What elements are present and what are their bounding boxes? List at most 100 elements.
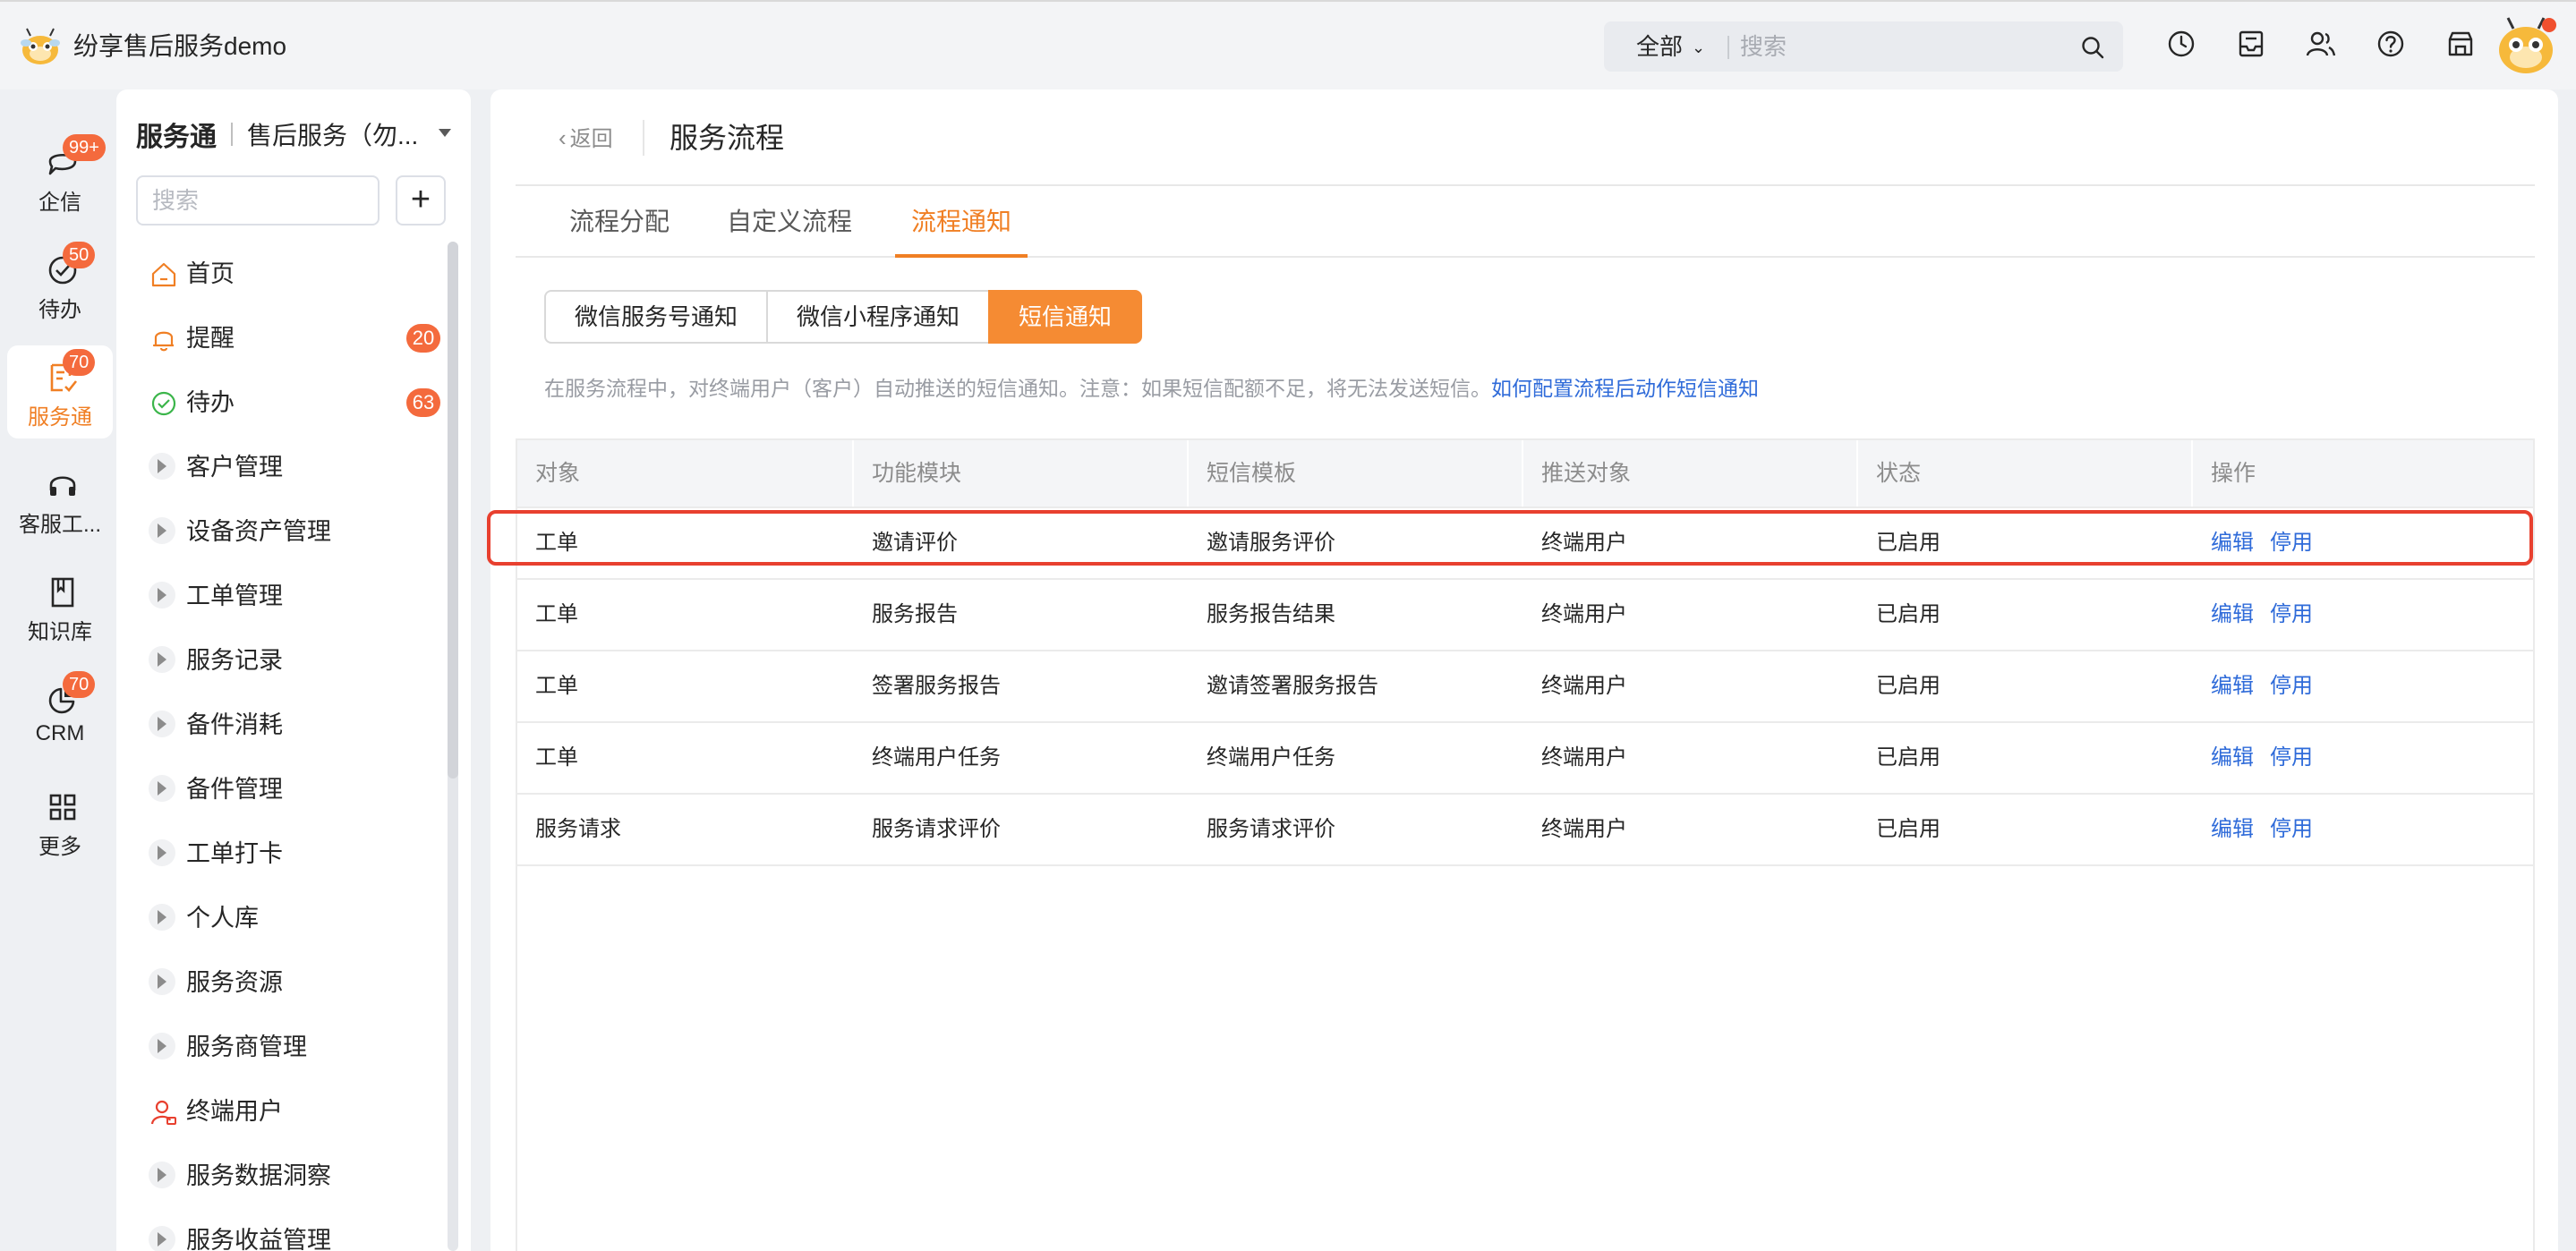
rail-badge: 70 bbox=[63, 671, 96, 698]
cell-module: 邀请评价 bbox=[872, 531, 958, 555]
edit-button[interactable]: 编辑 bbox=[2211, 745, 2254, 770]
edit-button[interactable]: 编辑 bbox=[2211, 531, 2254, 555]
user-avatar-icon[interactable] bbox=[2494, 14, 2558, 77]
global-search-input[interactable] bbox=[1740, 29, 2062, 64]
table-row: 服务请求 服务请求评价 服务请求评价 终端用户 已启用 编辑 停用 bbox=[517, 793, 2533, 864]
expand-caret-icon bbox=[158, 974, 166, 989]
menu-item-parts-manage[interactable]: 备件管理 bbox=[116, 757, 448, 821]
disable-button[interactable]: 停用 bbox=[2270, 745, 2313, 770]
help-icon[interactable] bbox=[2376, 29, 2406, 59]
column-header: 状态 bbox=[1858, 440, 2193, 506]
store-icon[interactable] bbox=[2445, 29, 2476, 59]
channel-wechat-official-button[interactable]: 微信服务号通知 bbox=[544, 290, 769, 344]
app-rail: 99+ 企信 50 待办 70 服务通 客服工... 知识库 70 CRM 更多 bbox=[0, 89, 115, 1251]
menu-item-parts-consume[interactable]: 备件消耗 bbox=[116, 693, 448, 757]
search-icon[interactable] bbox=[2080, 35, 2105, 60]
tab-custom-flow[interactable]: 自定义流程 bbox=[727, 202, 852, 256]
module-header-divider bbox=[231, 123, 233, 146]
menu-item-customer[interactable]: 客户管理 bbox=[116, 435, 448, 499]
menu-item-revenue[interactable]: 服务收益管理 bbox=[116, 1208, 448, 1251]
cell-status: 已启用 bbox=[1876, 602, 1941, 626]
channel-wechat-miniprogram-button[interactable]: 微信小程序通知 bbox=[766, 290, 991, 344]
disable-button[interactable]: 停用 bbox=[2270, 531, 2313, 555]
menu-item-personal-library[interactable]: 个人库 bbox=[116, 886, 448, 950]
cell-target: 终端用户 bbox=[1541, 745, 1627, 770]
menu-item-insight[interactable]: 服务数据洞察 bbox=[116, 1144, 448, 1208]
disable-button[interactable]: 停用 bbox=[2270, 817, 2313, 841]
menu-item-checkin[interactable]: 工单打卡 bbox=[116, 821, 448, 886]
menu-item-label: 设备资产管理 bbox=[186, 518, 331, 545]
cell-status: 已启用 bbox=[1876, 674, 1941, 698]
rail-item-crm[interactable]: 70 CRM bbox=[7, 668, 113, 761]
header-divider bbox=[643, 120, 644, 156]
menu-item-label: 服务收益管理 bbox=[186, 1227, 331, 1251]
cell-object: 工单 bbox=[535, 602, 578, 626]
rail-item-knowledge[interactable]: 知识库 bbox=[7, 560, 113, 653]
sms-hint: 在服务流程中，对终端用户（客户）自动推送的短信通知。注意：如果短信配额不足，将无… bbox=[544, 374, 1759, 403]
tab-flow-notification[interactable]: 流程通知 bbox=[894, 202, 1028, 258]
module-header: 服务通 售后服务（勿... bbox=[136, 116, 426, 152]
check-circle-icon bbox=[151, 391, 176, 416]
rail-label: 知识库 bbox=[28, 620, 92, 644]
menu-item-label: 服务资源 bbox=[186, 969, 283, 996]
expand-caret-icon bbox=[158, 1232, 166, 1247]
column-header: 操作 bbox=[2211, 461, 2256, 486]
back-button[interactable]: ‹ 返回 bbox=[559, 123, 613, 154]
grid-icon bbox=[49, 794, 76, 821]
tab-flow-assignment[interactable]: 流程分配 bbox=[569, 202, 670, 256]
rail-label: 更多 bbox=[38, 835, 81, 859]
menu-item-end-user[interactable]: 终端用户 bbox=[116, 1079, 448, 1144]
sms-config-help-link[interactable]: 如何配置流程后动作短信通知 bbox=[1491, 377, 1759, 400]
headset-icon bbox=[49, 476, 76, 496]
menu-item-home[interactable]: 首页 bbox=[116, 242, 448, 306]
cell-target: 终端用户 bbox=[1541, 531, 1627, 555]
search-scope-select[interactable]: 全部 ⌄ bbox=[1636, 21, 1705, 72]
module-menu: 首页 提醒 20 待办 63 客户管理 设备资产管理 工单管理 服务记录 备件消… bbox=[116, 242, 448, 1251]
expand-caret-icon bbox=[158, 1168, 166, 1182]
inbox-icon[interactable] bbox=[2236, 29, 2266, 59]
menu-search-input[interactable] bbox=[136, 175, 380, 226]
menu-item-provider[interactable]: 服务商管理 bbox=[116, 1015, 448, 1079]
app-logo-icon[interactable] bbox=[18, 27, 63, 66]
module-switch-caret-icon[interactable] bbox=[439, 129, 451, 137]
contacts-icon[interactable] bbox=[2306, 29, 2336, 59]
rail-badge: 70 bbox=[63, 349, 96, 376]
menu-item-workorder[interactable]: 工单管理 bbox=[116, 564, 448, 628]
channel-sms-button[interactable]: 短信通知 bbox=[988, 290, 1143, 344]
edit-button[interactable]: 编辑 bbox=[2211, 817, 2254, 841]
column-header: 对象 bbox=[517, 440, 854, 506]
menu-item-todo[interactable]: 待办 63 bbox=[116, 370, 448, 435]
edit-button[interactable]: 编辑 bbox=[2211, 674, 2254, 698]
rail-item-qixin[interactable]: 99+ 企信 bbox=[7, 131, 113, 224]
edit-button[interactable]: 编辑 bbox=[2211, 602, 2254, 626]
cell-target: 终端用户 bbox=[1541, 674, 1627, 698]
disable-button[interactable]: 停用 bbox=[2270, 602, 2313, 626]
rail-item-customer-service[interactable]: 客服工... bbox=[7, 453, 113, 546]
cell-object: 工单 bbox=[535, 674, 578, 698]
module-sidebar: 服务通 售后服务（勿... + 首页 提醒 20 待办 bbox=[116, 89, 471, 1251]
menu-scrollbar-thumb[interactable] bbox=[448, 242, 458, 779]
top-toolbar bbox=[2166, 29, 2476, 59]
search-scope-label: 全部 bbox=[1636, 33, 1684, 60]
menu-item-reminder[interactable]: 提醒 20 bbox=[116, 306, 448, 370]
cell-template: 终端用户任务 bbox=[1207, 745, 1335, 770]
page-title: 服务流程 bbox=[670, 122, 785, 154]
rail-item-todo[interactable]: 50 待办 bbox=[7, 238, 113, 331]
menu-item-device[interactable]: 设备资产管理 bbox=[116, 499, 448, 564]
menu-item-service-resource[interactable]: 服务资源 bbox=[116, 950, 448, 1015]
cell-template: 服务报告结果 bbox=[1207, 602, 1335, 626]
top-bar: 纷享售后服务demo 全部 ⌄ bbox=[0, 0, 2576, 89]
cell-module: 签署服务报告 bbox=[872, 674, 1001, 698]
disable-button[interactable]: 停用 bbox=[2270, 674, 2313, 698]
table-row: 工单 邀请评价 邀请服务评价 终端用户 已启用 编辑 停用 bbox=[517, 506, 2533, 578]
menu-item-service-record[interactable]: 服务记录 bbox=[116, 628, 448, 693]
menu-item-label: 工单管理 bbox=[186, 583, 283, 609]
rail-item-more[interactable]: 更多 bbox=[7, 775, 113, 868]
cell-actions: 编辑 停用 bbox=[2193, 795, 2329, 864]
clock-icon[interactable] bbox=[2166, 29, 2196, 59]
module-title: 服务通 bbox=[136, 123, 217, 152]
table-row-divider bbox=[517, 864, 2533, 866]
rail-item-service[interactable]: 70 服务通 bbox=[7, 345, 113, 438]
add-menu-button[interactable]: + bbox=[396, 175, 446, 226]
module-subtitle[interactable]: 售后服务（勿... bbox=[247, 116, 426, 152]
